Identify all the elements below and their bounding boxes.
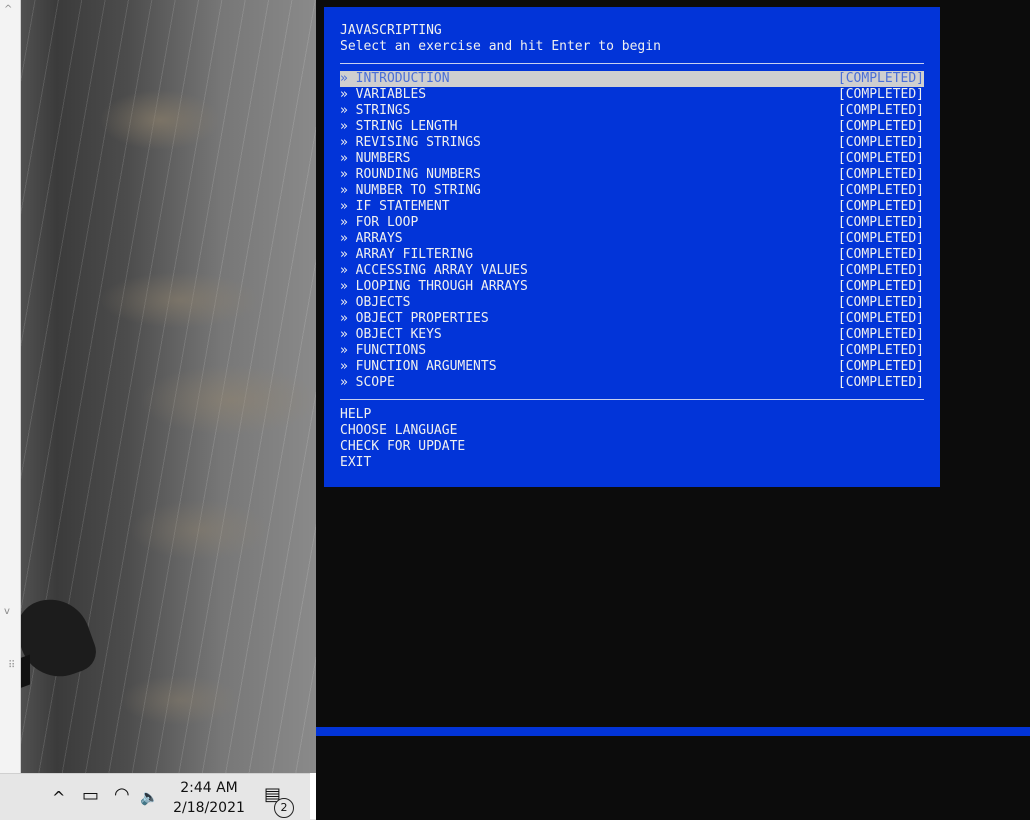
taskbar: ^ ▭ ◠ 🔈 2:44 AM 2/18/2021 ▤ 2: [0, 773, 316, 820]
exercise-label: » STRINGS: [340, 103, 411, 118]
header-divider: [340, 63, 924, 64]
exercise-status: [COMPLETED]: [837, 167, 924, 182]
exercise-status: [COMPLETED]: [837, 151, 924, 166]
exercise-label: » NUMBER TO STRING: [340, 183, 481, 198]
exercise-label: » OBJECT PROPERTIES: [340, 311, 489, 326]
exercise-item[interactable]: » SCOPE [COMPLETED]: [340, 375, 924, 391]
exercise-item[interactable]: » VARIABLES [COMPLETED]: [340, 87, 924, 103]
menu-check-for-update[interactable]: CHECK FOR UPDATE: [340, 439, 465, 455]
exercise-item[interactable]: » OBJECT KEYS [COMPLETED]: [340, 327, 924, 343]
exercise-label: » ROUNDING NUMBERS: [340, 167, 481, 182]
exercise-item[interactable]: » LOOPING THROUGH ARRAYS [COMPLETED]: [340, 279, 924, 295]
menu-subtitle: Select an exercise and hit Enter to begi…: [340, 39, 661, 54]
exercise-label: » OBJECT KEYS: [340, 327, 442, 342]
exercise-item[interactable]: » FUNCTIONS [COMPLETED]: [340, 343, 924, 359]
exercise-item[interactable]: » STRING LENGTH [COMPLETED]: [340, 119, 924, 135]
exercise-label: » SCOPE: [340, 375, 395, 390]
exercise-item[interactable]: » STRINGS [COMPLETED]: [340, 103, 924, 119]
exercise-item[interactable]: » OBJECTS [COMPLETED]: [340, 295, 924, 311]
exercise-label: » ARRAYS: [340, 231, 403, 246]
exercise-label: » REVISING STRINGS: [340, 135, 481, 150]
exercise-status: [COMPLETED]: [837, 247, 924, 262]
exercise-item[interactable]: » ACCESSING ARRAY VALUES [COMPLETED]: [340, 263, 924, 279]
scroll-up-arrow-icon[interactable]: ^: [4, 4, 12, 15]
exercise-status: [COMPLETED]: [837, 215, 924, 230]
exercise-status: [COMPLETED]: [837, 71, 924, 86]
exercise-label: » ACCESSING ARRAY VALUES: [340, 263, 528, 278]
clock-time: 2:44 AM: [180, 780, 238, 796]
exercise-label: » ARRAY FILTERING: [340, 247, 474, 262]
exercise-status: [COMPLETED]: [837, 375, 924, 390]
exercise-item[interactable]: » INTRODUCTION [COMPLETED]: [340, 71, 924, 87]
wifi-icon[interactable]: ◠: [114, 784, 130, 805]
exercise-label: » STRING LENGTH: [340, 119, 458, 134]
exercise-item[interactable]: » NUMBERS [COMPLETED]: [340, 151, 924, 167]
taskbar-clock[interactable]: 2:44 AM 2/18/2021: [164, 778, 254, 818]
exercise-status: [COMPLETED]: [837, 359, 924, 374]
exercise-status: [COMPLETED]: [837, 135, 924, 150]
menu-choose-language[interactable]: CHOOSE LANGUAGE: [340, 423, 457, 439]
exercise-status: [COMPLETED]: [837, 295, 924, 310]
exercise-status: [COMPLETED]: [837, 311, 924, 326]
show-hidden-icons-chevron-icon[interactable]: ^: [52, 788, 65, 807]
exercise-label: » NUMBERS: [340, 151, 411, 166]
notification-count-badge: 2: [274, 798, 294, 818]
resize-grip-icon[interactable]: ⠿: [8, 660, 15, 671]
exercise-status: [COMPLETED]: [837, 231, 924, 246]
exercise-item[interactable]: » ARRAYS [COMPLETED]: [340, 231, 924, 247]
volume-icon[interactable]: 🔈: [140, 788, 159, 806]
exercise-status: [COMPLETED]: [837, 103, 924, 118]
menu-exit[interactable]: EXIT: [340, 455, 371, 471]
exercise-status: [COMPLETED]: [837, 199, 924, 214]
exercise-label: » IF STATEMENT: [340, 199, 450, 214]
exercise-item[interactable]: » NUMBER TO STRING [COMPLETED]: [340, 183, 924, 199]
exercise-label: » INTRODUCTION: [340, 71, 450, 86]
exercise-item[interactable]: » IF STATEMENT [COMPLETED]: [340, 199, 924, 215]
exercise-item[interactable]: » FOR LOOP [COMPLETED]: [340, 215, 924, 231]
exercise-item[interactable]: » FUNCTION ARGUMENTS [COMPLETED]: [340, 359, 924, 375]
desktop-wallpaper: ^ v ⠿: [0, 0, 316, 773]
menu-title: JAVASCRIPTING: [340, 23, 442, 38]
exercise-status: [COMPLETED]: [837, 343, 924, 358]
footer-divider: [340, 399, 924, 400]
exercise-label: » VARIABLES: [340, 87, 427, 102]
exercise-item[interactable]: » ROUNDING NUMBERS [COMPLETED]: [340, 167, 924, 183]
exercise-status: [COMPLETED]: [837, 279, 924, 294]
scroll-down-arrow-icon[interactable]: v: [4, 606, 10, 617]
exercise-label: » FOR LOOP: [340, 215, 419, 230]
battery-icon[interactable]: ▭: [82, 785, 99, 806]
menu-help[interactable]: HELP: [340, 407, 371, 423]
exercise-label: » FUNCTION ARGUMENTS: [340, 359, 497, 374]
exercise-status: [COMPLETED]: [837, 183, 924, 198]
exercise-item[interactable]: » REVISING STRINGS [COMPLETED]: [340, 135, 924, 151]
exercise-item[interactable]: » OBJECT PROPERTIES [COMPLETED]: [340, 311, 924, 327]
exercise-status: [COMPLETED]: [837, 87, 924, 102]
terminal-window[interactable]: JAVASCRIPTING Select an exercise and hit…: [316, 0, 1030, 819]
exercise-label: » OBJECTS: [340, 295, 411, 310]
exercise-status: [COMPLETED]: [837, 119, 924, 134]
background-window-edge[interactable]: ^ v ⠿: [0, 0, 21, 773]
clock-date: 2/18/2021: [173, 800, 245, 816]
exercise-label: » FUNCTIONS: [340, 343, 427, 358]
exercise-item[interactable]: » ARRAY FILTERING [COMPLETED]: [340, 247, 924, 263]
exercise-label: » LOOPING THROUGH ARRAYS: [340, 279, 528, 294]
javascripting-menu-panel: JAVASCRIPTING Select an exercise and hit…: [324, 7, 940, 487]
exercise-status: [COMPLETED]: [837, 263, 924, 278]
terminal-status-bar: [316, 727, 1030, 736]
exercise-status: [COMPLETED]: [837, 327, 924, 342]
